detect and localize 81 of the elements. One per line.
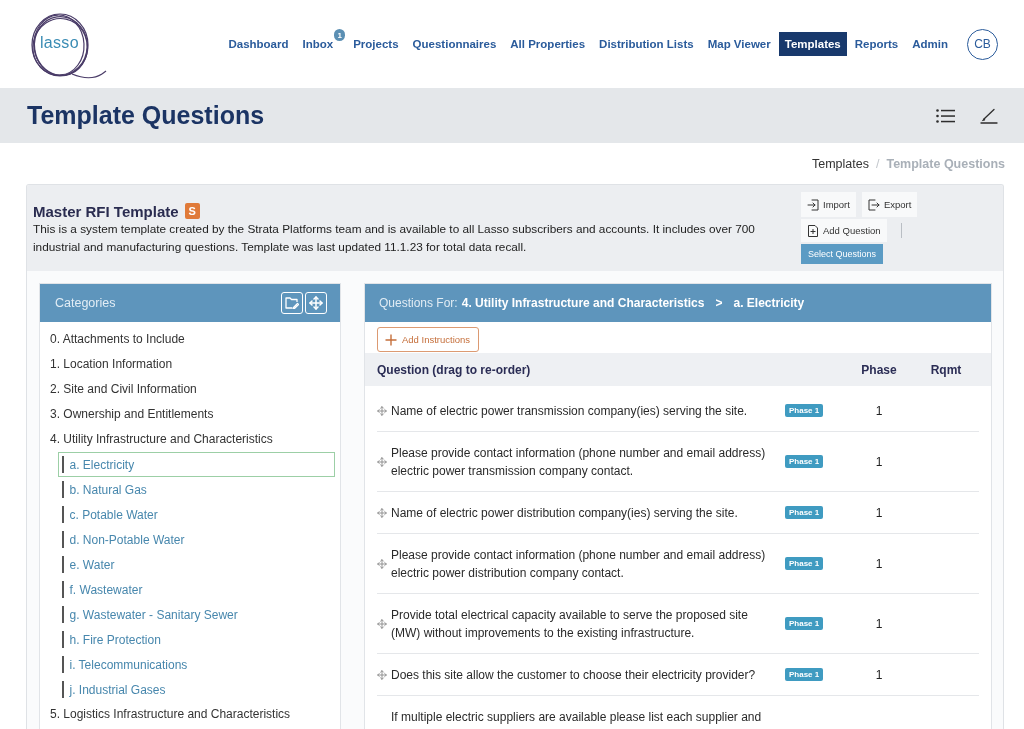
panel-title: Categories (55, 296, 116, 310)
import-icon (807, 198, 819, 211)
nav-link[interactable]: Projects (347, 32, 405, 56)
phase-value: 1 (874, 667, 884, 682)
phase-value: 1 (874, 505, 884, 520)
phase-value: 1 (874, 556, 884, 571)
nav-link[interactable]: Reports (848, 32, 905, 56)
phase-value: 1 (874, 616, 884, 631)
pencil-icon[interactable] (980, 107, 998, 124)
nav-link[interactable]: Map Viewer (701, 32, 777, 56)
import-button[interactable]: Import (801, 192, 856, 217)
phase-tag: Phase 1 (785, 404, 824, 417)
breadcrumb-separator: / (875, 156, 880, 171)
category-item[interactable]: 0. Attachments to Include (40, 327, 340, 352)
category-item[interactable]: 4. Utility Infrastructure and Characteristics (40, 427, 340, 452)
nav-link[interactable]: Questionnaires (406, 32, 503, 56)
move-button[interactable] (305, 292, 327, 314)
move-icon[interactable] (377, 405, 387, 416)
subcategory-item[interactable]: b. Natural Gas (58, 477, 335, 502)
logo-text: lasso (40, 34, 79, 52)
system-badge: S (184, 203, 200, 219)
breadcrumb-link[interactable]: Templates (812, 156, 869, 171)
phase-tag: Phase 1 (785, 617, 824, 630)
column-header: Question (drag to re-order) (377, 362, 532, 377)
template-description: This is a system template created by the Strata Platforms team and is available to all Lasso subscribers and accounts. It includes over 700 industrial and manufacturing questions. Template was last updated 11.1.23 for total data recall. (33, 221, 756, 256)
subcategory-item[interactable]: a. Electricity (58, 452, 335, 477)
column-header: Rqmt (929, 362, 963, 377)
category-name: 4. Utility Infrastructure and Characteristics (461, 296, 705, 310)
document-plus-icon (807, 224, 819, 237)
move-icon (309, 296, 323, 310)
list-icon[interactable] (936, 108, 955, 123)
question-text: Please provide contact information (phone number and email address) electric power distribution company contact. (391, 546, 767, 582)
category-item[interactable]: 2. Site and Civil Information (40, 377, 340, 402)
question-text: Name of electric power transmission company(ies) serving the site. (391, 402, 749, 420)
subcategory-item[interactable]: j. Industrial Gases (58, 677, 335, 702)
subcategory-item[interactable]: e. Water (58, 552, 335, 577)
nav-link[interactable]: Admin (906, 32, 954, 56)
questions-for-label: Questions For: (379, 296, 458, 310)
category-item[interactable]: 1. Location Information (40, 352, 340, 377)
folder-edit-button[interactable] (281, 292, 303, 314)
move-icon[interactable] (377, 618, 387, 629)
add-question-button[interactable]: Add Question (801, 219, 887, 242)
phase-tag: Phase 1 (785, 506, 824, 519)
export-button[interactable]: Export (861, 192, 918, 217)
question-text: Provide total electrical capacity available to serve the proposed site (MW) without improvements to the existing infrastructure. (391, 606, 749, 642)
column-header: Phase (860, 362, 898, 377)
plus-icon (385, 333, 397, 346)
nav-link[interactable]: All Properties (504, 32, 592, 56)
subcategory-item[interactable]: h. Fire Protection (58, 627, 335, 652)
folder-pencil-icon (285, 297, 299, 309)
subcategory-item[interactable]: i. Telecommunications (58, 652, 335, 677)
phase-tag: Phase 1 (785, 557, 824, 570)
phase-value: 1 (874, 403, 884, 418)
subcategory-item[interactable]: g. Wastewater - Sanitary Sewer (58, 602, 335, 627)
move-icon[interactable] (377, 456, 387, 467)
category-item[interactable]: 3. Ownership and Entitlements (40, 402, 340, 427)
count-badge: 1 (334, 29, 346, 41)
question-text: Please provide contact information (phone number and email address) electric power transmission company contact. (391, 444, 767, 480)
phase-value: 1 (874, 454, 884, 469)
move-icon[interactable] (377, 669, 387, 680)
move-icon[interactable] (377, 507, 387, 518)
phase-tag: Phase 1 (785, 668, 824, 681)
subcategory-item[interactable]: f. Wastewater (58, 577, 335, 602)
nav-link[interactable]: Templates (778, 32, 847, 56)
subcategory-name: a. Electricity (733, 296, 805, 310)
move-icon[interactable] (377, 558, 387, 569)
question-text: Does this site allow the customer to choose their electricity provider? (391, 666, 757, 684)
category-item[interactable]: 5. Logistics Infrastructure and Characteristics (40, 702, 340, 727)
chevron-separator: > (715, 296, 723, 310)
export-icon (867, 198, 880, 211)
question-text: Name of electric power distribution company(ies) serving the site. (391, 504, 739, 522)
subcategory-item[interactable]: c. Potable Water (58, 502, 335, 527)
breadcrumb-current: Template Questions (886, 156, 1005, 171)
add-instructions-button[interactable]: Add Instructions (377, 327, 480, 352)
nav-link[interactable]: Distribution Lists (593, 32, 700, 56)
question-text: If multiple electric suppliers are available please list each supplier and (391, 708, 763, 726)
subcategory-item[interactable]: d. Non-Potable Water (58, 527, 335, 552)
page-title: Template Questions (27, 101, 265, 130)
nav-link[interactable]: Dashboard (222, 32, 295, 56)
template-title: Master RFI Template (33, 202, 179, 220)
phase-tag: Phase 1 (785, 455, 824, 468)
